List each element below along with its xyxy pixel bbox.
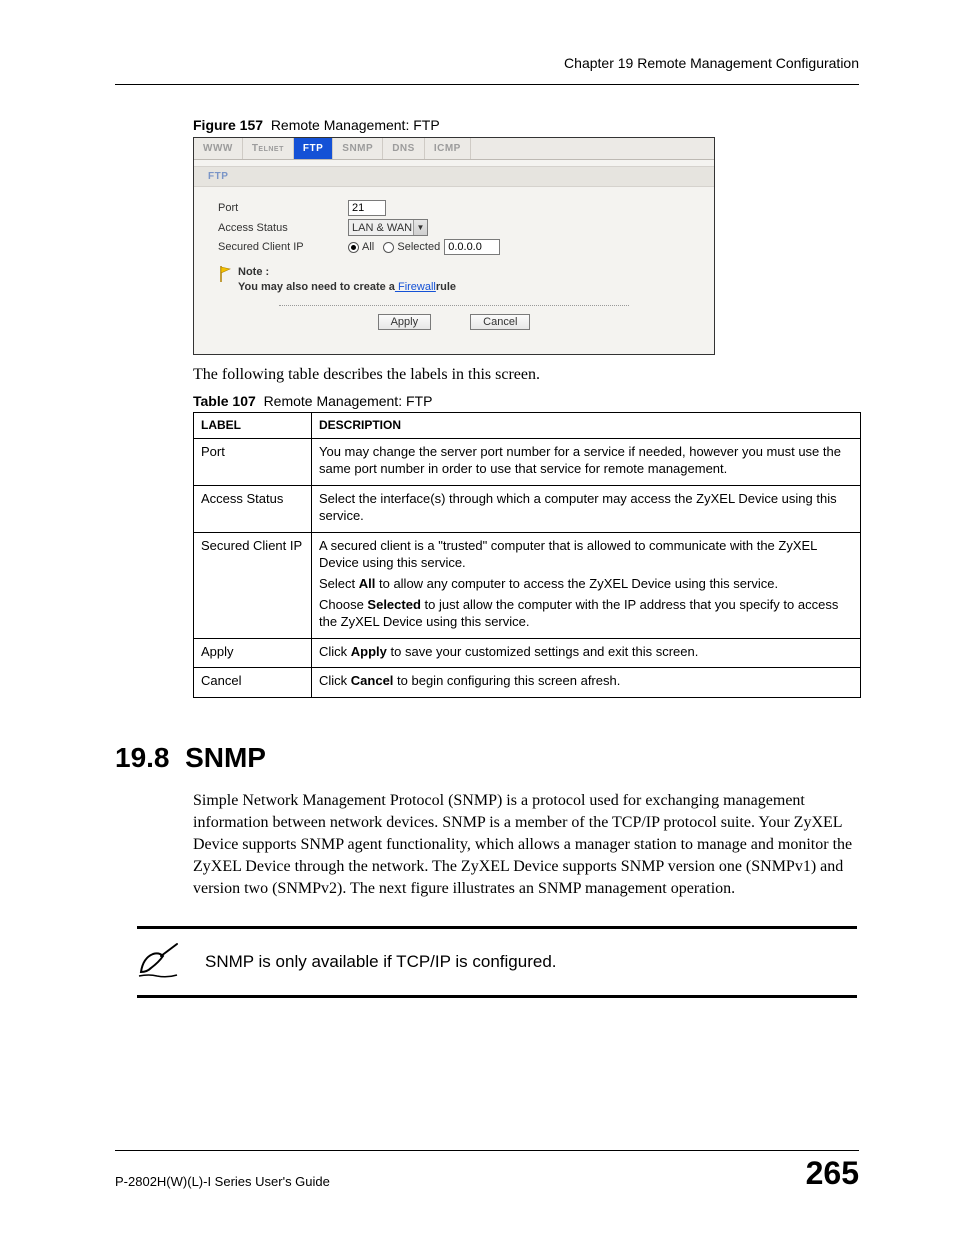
note-title: Note : bbox=[238, 266, 269, 278]
table-row: Access StatusSelect the interface(s) thr… bbox=[194, 485, 861, 532]
group-header: FTP bbox=[194, 166, 714, 187]
tab-telnet[interactable]: Telnet bbox=[243, 138, 294, 159]
tab-www[interactable]: WWW bbox=[194, 138, 243, 159]
hand-writing-icon bbox=[137, 942, 181, 982]
figure-caption: Figure 157 Remote Management: FTP bbox=[193, 117, 859, 133]
table-caption: Table 107 Remote Management: FTP bbox=[193, 393, 859, 409]
access-status-value: LAN & WAN bbox=[352, 222, 412, 234]
th-description: DESCRIPTION bbox=[312, 413, 861, 438]
note-flag-icon bbox=[218, 265, 232, 283]
ip-input[interactable] bbox=[444, 239, 500, 255]
footer-guide: P-2802H(W)(L)-I Series User's Guide bbox=[115, 1174, 330, 1189]
figure-label: Figure 157 bbox=[193, 117, 263, 133]
cancel-button[interactable]: Cancel bbox=[470, 314, 530, 330]
radio-all-label: All bbox=[362, 241, 374, 253]
cell-description: Click Cancel to begin configuring this s… bbox=[312, 668, 861, 698]
cell-label: Cancel bbox=[194, 668, 312, 698]
page-footer: P-2802H(W)(L)-I Series User's Guide 265 bbox=[115, 1150, 859, 1189]
divider bbox=[279, 305, 629, 306]
secured-client-label: Secured Client IP bbox=[218, 241, 348, 253]
section-paragraph: Simple Network Management Protocol (SNMP… bbox=[193, 790, 859, 900]
cell-label: Apply bbox=[194, 638, 312, 668]
radio-selected[interactable] bbox=[383, 242, 394, 253]
form-area: Port Access Status LAN & WAN ▼ Secured C… bbox=[194, 187, 714, 354]
callout-note: SNMP is only available if TCP/IP is conf… bbox=[137, 926, 857, 998]
lead-text: The following table describes the labels… bbox=[193, 365, 859, 386]
firewall-link[interactable]: Firewall bbox=[395, 281, 436, 293]
apply-button[interactable]: Apply bbox=[378, 314, 432, 330]
cell-label: Port bbox=[194, 438, 312, 485]
section-title: SNMP bbox=[185, 742, 266, 773]
table-title: Remote Management: FTP bbox=[264, 393, 433, 409]
callout-text: SNMP is only available if TCP/IP is conf… bbox=[205, 952, 557, 972]
tab-ftp[interactable]: FTP bbox=[294, 138, 333, 159]
th-label: LABEL bbox=[194, 413, 312, 438]
port-label: Port bbox=[218, 202, 348, 214]
figure-title: Remote Management: FTP bbox=[271, 117, 440, 133]
access-status-label: Access Status bbox=[218, 222, 348, 234]
table-label: Table 107 bbox=[193, 393, 256, 409]
tab-dns[interactable]: DNS bbox=[383, 138, 425, 159]
section-number: 19.8 bbox=[115, 742, 170, 773]
cell-description: You may change the server port number fo… bbox=[312, 438, 861, 485]
radio-selected-label: Selected bbox=[397, 241, 440, 253]
note-block: Note : You may also need to create a Fir… bbox=[218, 265, 690, 295]
radio-all[interactable] bbox=[348, 242, 359, 253]
cell-label: Access Status bbox=[194, 485, 312, 532]
tab-icmp[interactable]: ICMP bbox=[425, 138, 471, 159]
chapter-header: Chapter 19 Remote Management Configurati… bbox=[115, 55, 859, 85]
note-line-a: You may also need to create a bbox=[238, 281, 395, 293]
table-row: CancelClick Cancel to begin configuring … bbox=[194, 668, 861, 698]
cell-description: Select the interface(s) through which a … bbox=[312, 485, 861, 532]
chevron-down-icon: ▼ bbox=[413, 220, 427, 235]
cell-description: A secured client is a "trusted" computer… bbox=[312, 532, 861, 638]
cell-description: Click Apply to save your customized sett… bbox=[312, 638, 861, 668]
tab-bar: WWW Telnet FTP SNMP DNS ICMP bbox=[194, 138, 714, 160]
screenshot-panel: WWW Telnet FTP SNMP DNS ICMP FTP Port Ac… bbox=[193, 137, 715, 355]
port-input[interactable] bbox=[348, 200, 386, 216]
description-table: LABEL DESCRIPTION PortYou may change the… bbox=[193, 412, 861, 697]
table-row: Secured Client IPA secured client is a "… bbox=[194, 532, 861, 638]
footer-page-number: 265 bbox=[806, 1157, 859, 1189]
access-status-select[interactable]: LAN & WAN ▼ bbox=[348, 219, 428, 236]
cell-label: Secured Client IP bbox=[194, 532, 312, 638]
table-row: PortYou may change the server port numbe… bbox=[194, 438, 861, 485]
table-row: ApplyClick Apply to save your customized… bbox=[194, 638, 861, 668]
tab-snmp[interactable]: SNMP bbox=[333, 138, 383, 159]
section-heading: 19.8 SNMP bbox=[115, 742, 859, 774]
note-line-b: rule bbox=[436, 281, 456, 293]
